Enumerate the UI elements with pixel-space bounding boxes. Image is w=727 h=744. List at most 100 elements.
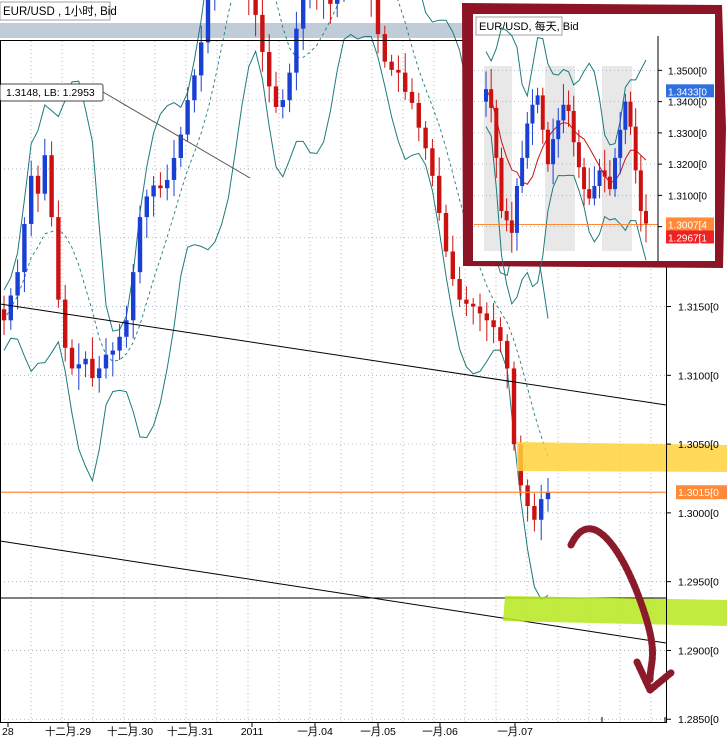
- candle-body: [56, 217, 61, 300]
- candle-body: [532, 506, 537, 520]
- candle-body: [151, 185, 156, 197]
- candle-body: [471, 303, 476, 307]
- candle-body: [1, 309, 7, 321]
- daily-inset-panel: EUR/USD, 每天, Bid 1.3500[0 1.3400[0 1.3300[…: [462, 3, 726, 306]
- candle-body: [525, 485, 530, 507]
- candle-body: [69, 347, 75, 369]
- inset-candle-body: [561, 104, 566, 121]
- inset-y-tick-label: 1.3500[0: [668, 66, 707, 77]
- price-label-text: 1.3148, LB: 1.2953: [6, 87, 95, 99]
- inset-candle-body: [571, 111, 576, 143]
- candle-body: [165, 179, 170, 189]
- inset-price-badge: 1.2967[1: [666, 230, 714, 244]
- inset-y-tick-label: 1.3300[0: [668, 129, 707, 140]
- y-tick-label: 1.3100[0: [678, 370, 719, 382]
- candle-body: [403, 72, 408, 92]
- inset-candle-body: [499, 157, 504, 211]
- title-bar-strip: [0, 23, 470, 38]
- inset-candle-body: [489, 89, 494, 108]
- inset-candle-body: [514, 186, 519, 233]
- x-tick-label: 十二月.29: [45, 725, 91, 738]
- inset-candle-body: [597, 170, 602, 186]
- inset-candle-body: [644, 211, 648, 224]
- candle-body: [192, 75, 197, 101]
- inset-candle-body: [551, 139, 556, 165]
- x-tick-label: 一月.06: [422, 726, 458, 738]
- candle-body: [545, 492, 551, 500]
- inset-candle-body: [484, 89, 488, 102]
- candle-body: [22, 223, 27, 273]
- candle-body: [205, 0, 211, 43]
- inset-y-tick-label: 1.3200[0: [668, 160, 707, 171]
- candle-body: [498, 327, 503, 341]
- candle-body: [29, 175, 34, 224]
- candle-body: [131, 272, 136, 321]
- candle-body: [199, 42, 204, 76]
- inset-y-tick-label: 1.3100[0: [668, 191, 707, 202]
- candle-body: [110, 350, 115, 355]
- inset-price-badge: 1.3007[4: [666, 217, 714, 231]
- y-tick-label: 1.2850[0: [678, 714, 719, 726]
- inset-candle-body: [494, 107, 499, 158]
- candle-body: [15, 272, 20, 296]
- candle-body: [416, 102, 421, 128]
- x-tick-label: 十二月.30: [107, 725, 153, 738]
- support-zone: [503, 596, 727, 626]
- inset-candle-body: [613, 157, 618, 190]
- y-tick-label: 1.2900[0: [678, 645, 719, 657]
- candle-body: [103, 354, 109, 369]
- inset-candle-body: [530, 104, 535, 124]
- candle-body: [464, 299, 469, 304]
- candle-body: [76, 364, 81, 369]
- candle-body: [273, 86, 279, 108]
- candle-body: [8, 295, 13, 321]
- inset-candle-body: [576, 142, 581, 168]
- candle-body: [409, 91, 415, 103]
- y-tick-label: 1.3150[0: [678, 302, 719, 314]
- candle-body: [443, 212, 449, 252]
- price-label-box: 1.3148, LB: 1.2953: [0, 83, 104, 102]
- candle-body: [511, 368, 517, 445]
- inset-candle-body: [633, 126, 638, 171]
- candle-body: [267, 52, 272, 87]
- inset-candle-body: [638, 170, 643, 211]
- inset-candle-body: [520, 157, 525, 186]
- inset-badge-label: 1.3433[0: [668, 87, 707, 98]
- inset-badge-label: 1.3007[4: [668, 220, 707, 231]
- chart-title: EUR/USD , 1小时, Bid: [3, 5, 117, 18]
- candle-body: [539, 499, 544, 520]
- inset-candle-body: [540, 95, 545, 130]
- inset-candle-body: [607, 176, 612, 190]
- inset-candle-body: [582, 167, 587, 190]
- candle-body: [294, 28, 299, 73]
- candle-body: [437, 175, 442, 213]
- candle-body: [450, 251, 455, 280]
- inset-candle-body: [587, 189, 592, 199]
- current-price-badge: 1.3015[0: [676, 485, 727, 500]
- inset-candle-body: [602, 170, 607, 177]
- candle-body: [423, 127, 428, 149]
- candle-body: [90, 358, 95, 379]
- candle-body: [117, 336, 122, 351]
- inset-candle-body: [545, 129, 550, 165]
- candle-body: [253, 0, 258, 15]
- candle-body: [477, 306, 483, 314]
- x-tick-label: 十二月.31: [167, 725, 213, 738]
- candle-body: [505, 340, 510, 369]
- inset-candle-body: [618, 129, 623, 158]
- candle-body: [144, 196, 149, 218]
- candle-body: [484, 313, 489, 321]
- x-tick-label: 一月.04: [297, 726, 333, 738]
- inset-candle-body: [556, 120, 561, 140]
- inset-candle-body: [509, 220, 514, 233]
- inset-price-badge: 1.3433[0: [666, 84, 714, 98]
- candle-body: [185, 100, 190, 135]
- candle-body: [49, 155, 54, 218]
- candle-body: [375, 0, 381, 35]
- candle-body: [301, 0, 306, 29]
- x-tick-label: 2011: [241, 726, 264, 738]
- main-chart: EUR/USD , 1小时, Bid 1.3300[01.3250[01.320…: [0, 0, 727, 739]
- candle-body: [335, 0, 340, 4]
- inset-candle-body: [592, 186, 597, 199]
- candle-body: [389, 61, 394, 70]
